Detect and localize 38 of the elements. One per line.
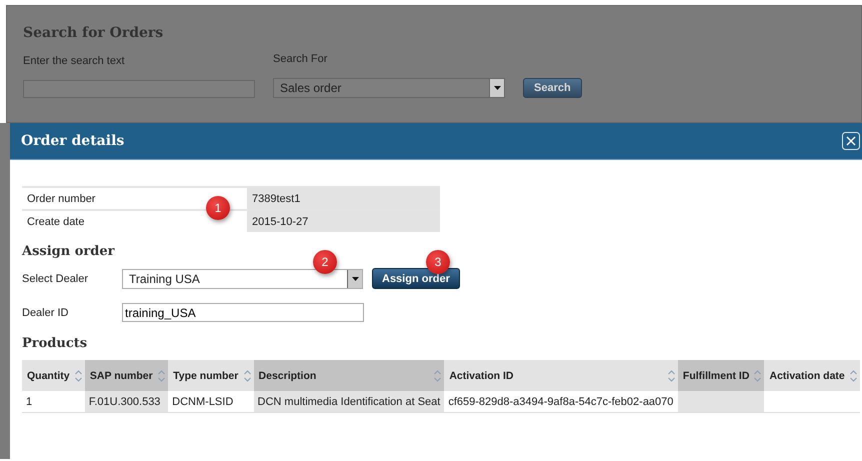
section-heading: Products — [22, 336, 88, 351]
column-header[interactable]: SAP number — [84, 360, 168, 391]
assign-order-button[interactable]: Assign order — [372, 268, 460, 289]
info-value: 7389test1 — [247, 187, 440, 210]
sort-icon — [668, 370, 675, 382]
column-header[interactable]: Quantity — [22, 360, 85, 391]
sort-icon — [244, 370, 251, 382]
sort-icon — [158, 370, 166, 382]
dealer-dropdown[interactable]: Training USA — [122, 268, 363, 288]
column-header[interactable]: Activation date — [764, 360, 860, 391]
dialog-title: Order details — [21, 133, 124, 149]
table-cell: DCNM-LSID — [172, 396, 234, 408]
column-header[interactable]: Activation ID — [444, 360, 678, 391]
sort-icon — [74, 370, 82, 382]
table-cell: 1 — [26, 396, 32, 408]
close-icon[interactable] — [842, 132, 860, 150]
search-for-dropdown[interactable]: Sales order — [273, 78, 505, 98]
search-button[interactable]: Search — [523, 78, 582, 98]
field-label: Enter the search text — [23, 55, 126, 67]
field-label: Select Dealer — [22, 272, 90, 284]
column-header[interactable]: Fulfillment ID — [678, 360, 764, 391]
dealer-id-field[interactable]: training_USA — [122, 303, 364, 322]
sort-icon — [434, 370, 442, 382]
table-cell: F.01U.300.533 — [88, 396, 160, 408]
table-cell: cf659-829d8-a3494-9af8a-54c7c-feb02-aa070 — [448, 396, 674, 408]
sort-icon — [754, 370, 762, 382]
search-field[interactable] — [23, 80, 255, 98]
column-header[interactable]: Description — [254, 360, 444, 391]
caret-icon — [352, 276, 358, 280]
section-heading: Assign order — [22, 244, 116, 259]
caret-icon — [494, 86, 500, 90]
panel-title: Search for Orders — [23, 25, 164, 41]
field-label: Dealer ID — [22, 306, 70, 318]
sort-icon — [850, 370, 857, 382]
table-cell: DCN multimedia Identification at Seat — [258, 396, 440, 408]
field-label: Search For — [273, 53, 328, 65]
column-header[interactable]: Type number — [168, 360, 254, 391]
info-value: 2015-10-27 — [247, 210, 440, 232]
